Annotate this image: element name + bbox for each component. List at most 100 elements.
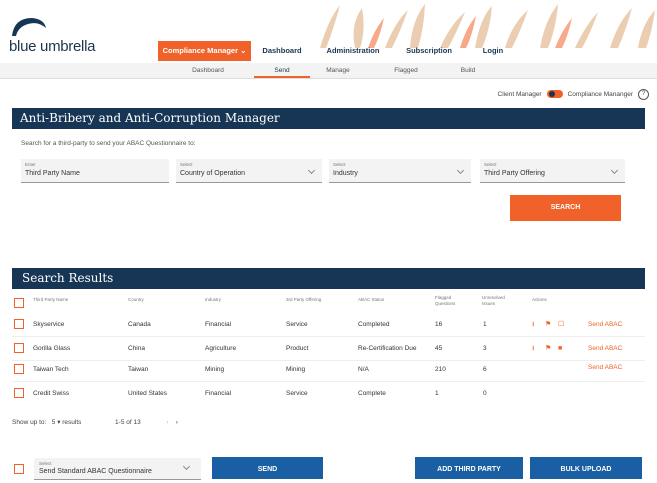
table-row[interactable]: Skyservice Canada Financial Service Comp…: [12, 313, 645, 336]
cell-offering: Service: [286, 321, 308, 328]
chevron-down-icon: [610, 166, 619, 175]
country-select[interactable]: Select Country of Operation: [176, 159, 322, 183]
table-row[interactable]: Gorilla Glass China Agriculture Product …: [12, 337, 645, 360]
manager-toggle-area: Client Manager Compliance Mananger ?: [498, 88, 649, 100]
field-label: Enter: [25, 162, 36, 167]
third-party-name-input[interactable]: Enter Third Party Name: [21, 159, 169, 183]
offering-select[interactable]: Select Third Party Offering: [480, 159, 625, 183]
col-actions: Actions: [532, 297, 547, 302]
cell-country: Taiwan: [128, 366, 149, 373]
help-icon[interactable]: ?: [638, 88, 649, 100]
row-checkbox[interactable]: [14, 364, 24, 374]
cell-country: China: [128, 345, 145, 352]
subnav-flagged[interactable]: Flagged: [384, 63, 428, 78]
row-checkbox[interactable]: [14, 343, 24, 353]
cell-offering: Service: [286, 390, 308, 397]
subnav-build[interactable]: Build: [450, 63, 486, 78]
industry-select[interactable]: Select Industry: [329, 159, 471, 183]
cell-country: Canada: [128, 321, 151, 328]
field-value: Send Standard ABAC Questionnaire: [39, 468, 152, 475]
send-abac-link[interactable]: Send ABAC: [588, 313, 622, 336]
cell-name: Gorilla Glass: [33, 345, 71, 352]
send-abac-link[interactable]: Send ABAC: [588, 356, 622, 379]
questionnaire-select[interactable]: Select Send Standard ABAC Questionnaire: [34, 458, 201, 480]
toggle-label-client: Client Manager: [497, 90, 542, 98]
col-unresolved: Unresolved Issues: [482, 295, 505, 306]
show-up-to-label: Show up to:: [12, 419, 47, 426]
nav-administration[interactable]: Administration: [322, 41, 384, 61]
bulk-upload-button[interactable]: BULK UPLOAD: [530, 457, 642, 479]
cell-name: Skyservice: [33, 321, 65, 328]
toggle-label-compliance: Compliance Mananger: [567, 90, 633, 98]
cell-unresolved: 3: [483, 345, 487, 352]
cell-status: Completed: [358, 321, 390, 328]
umbrella-logo-icon[interactable]: [10, 16, 46, 36]
manager-title: Anti-Bribery and Anti-Corruption Manager: [12, 108, 645, 129]
subnav-dashboard[interactable]: Dashboard: [183, 63, 233, 78]
cell-flagged: 210: [435, 366, 446, 373]
caret-down-icon: ▾: [57, 419, 61, 426]
next-page-icon[interactable]: ›: [176, 419, 178, 426]
nav-subscription[interactable]: Subscription: [400, 41, 458, 61]
cell-industry: Financial: [205, 390, 232, 397]
nav-compliance-manager[interactable]: Compliance Manager ⌄: [158, 41, 251, 61]
sub-navigation: Dashboard Send Manage Flagged Build: [0, 63, 657, 79]
brand-name[interactable]: blue umbrella: [9, 38, 95, 55]
field-label: Select: [484, 162, 497, 167]
field-value: Industry: [333, 170, 358, 177]
cell-name: Credit Swiss: [33, 390, 70, 397]
cell-flagged: 45: [435, 345, 443, 352]
col-name: Third Party Name: [33, 297, 69, 302]
subnav-send[interactable]: Send: [254, 63, 310, 78]
chevron-down-icon: [182, 462, 191, 471]
chevron-down-icon: [307, 166, 316, 175]
row-checkbox[interactable]: [14, 388, 24, 398]
field-label: Select: [333, 162, 346, 167]
select-all-checkbox[interactable]: [14, 298, 24, 308]
search-button[interactable]: SEARCH: [510, 195, 621, 221]
chevron-down-icon: ⌄: [240, 46, 247, 55]
cell-offering: Product: [286, 345, 309, 352]
bookmark-filled-icon[interactable]: ■: [558, 337, 562, 360]
cell-status: Complete: [358, 390, 386, 397]
table-row[interactable]: Credit Swiss United States Financial Ser…: [12, 382, 645, 405]
table-row[interactable]: Taiwan Tech Taiwan Mining Mining N/A 210…: [12, 358, 645, 381]
cell-industry: Mining: [205, 366, 225, 373]
field-value: Country of Operation: [180, 170, 245, 177]
nav-dashboard[interactable]: Dashboard: [258, 41, 306, 61]
field-value: Third Party Name: [25, 170, 80, 177]
page-range: 1-5 of 13: [115, 419, 141, 426]
field-label: Select: [180, 162, 193, 167]
chevron-down-icon: [456, 166, 465, 175]
col-industry: Industry: [205, 297, 222, 302]
cell-unresolved: 6: [483, 366, 487, 373]
nav-compliance-manager-label: Compliance Manager: [162, 46, 239, 55]
field-value: Third Party Offering: [484, 170, 545, 177]
row-checkbox[interactable]: [14, 319, 24, 329]
cell-unresolved: 0: [483, 390, 487, 397]
col-country: Country: [128, 297, 144, 302]
send-button[interactable]: SEND: [212, 457, 323, 479]
pagination: Show up to: 5 ▾ results 1-5 of 13 ‹ ›: [12, 418, 178, 426]
cell-industry: Agriculture: [205, 345, 237, 352]
subnav-manage[interactable]: Manage: [316, 63, 360, 78]
search-hint: Search for a third-party to send your AB…: [21, 140, 196, 147]
nav-login[interactable]: Login: [478, 41, 508, 61]
download-icon[interactable]: ⭳: [532, 313, 534, 336]
cell-offering: Mining: [286, 366, 306, 373]
prev-page-icon[interactable]: ‹: [166, 419, 168, 426]
cell-status: Re-Certification Due: [358, 345, 417, 352]
cell-status: N/A: [358, 366, 369, 373]
manager-toggle[interactable]: [546, 90, 563, 98]
flag-icon[interactable]: ⚑: [545, 337, 551, 360]
cell-flagged: 1: [435, 390, 439, 397]
col-offering: 3rd Party Offering: [286, 297, 322, 302]
col-status: ABAC Status: [358, 297, 385, 302]
bulk-select-checkbox[interactable]: [14, 464, 24, 474]
download-icon[interactable]: ⭳: [532, 337, 534, 360]
bookmark-outline-icon[interactable]: ☐: [558, 313, 564, 336]
flag-icon[interactable]: ⚑: [545, 313, 551, 336]
add-third-party-button[interactable]: ADD THIRD PARTY: [415, 457, 523, 479]
results-title: Search Results: [12, 268, 645, 289]
page-size-select[interactable]: 5 ▾: [52, 419, 61, 426]
